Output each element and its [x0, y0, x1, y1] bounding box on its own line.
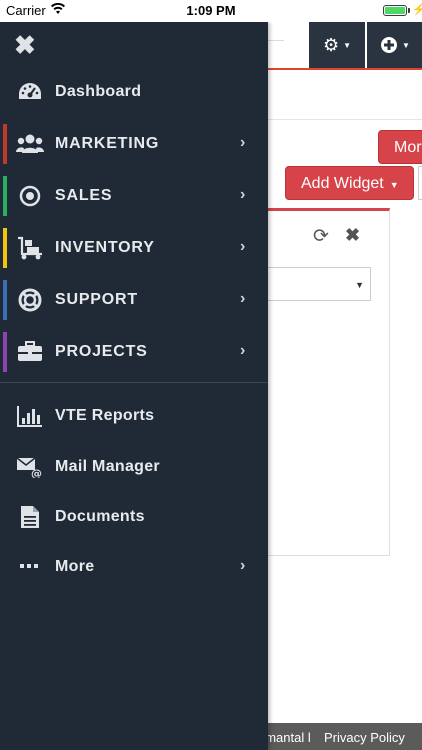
menu-item-more[interactable]: More ›: [0, 545, 268, 589]
accent-bar: [3, 332, 7, 372]
chevron-right-icon: ›: [240, 290, 246, 307]
briefcase-icon: [16, 338, 44, 366]
menu-label: PROJECTS: [55, 343, 148, 360]
more-button[interactable]: More: [378, 130, 422, 164]
chevron-right-icon: ›: [240, 342, 246, 359]
menu-item-projects[interactable]: PROJECTS ›: [0, 330, 268, 374]
menu-item-dashboard[interactable]: Dashboard: [0, 70, 268, 114]
document-icon: [16, 503, 44, 531]
menu-label: INVENTORY: [55, 239, 155, 256]
menu-label: Mail Manager: [55, 458, 160, 475]
accent-bar: [3, 176, 7, 216]
add-button[interactable]: ▼: [367, 22, 422, 68]
toolbar-extra-button[interactable]: [418, 166, 422, 200]
status-bar: Carrier 1:09 PM ⚡: [0, 0, 422, 22]
menu-item-sales[interactable]: SALES ›: [0, 174, 268, 218]
caret-down-icon: ▼: [402, 40, 410, 50]
refresh-icon[interactable]: ⟳: [313, 225, 329, 248]
add-widget-button[interactable]: Add Widget ▼: [285, 166, 414, 200]
dashboard-icon: [16, 78, 44, 106]
battery-tip: [408, 8, 410, 13]
caret-down-icon: ▼: [343, 40, 352, 50]
battery-icon: [383, 5, 407, 16]
more-button-label: More: [394, 139, 422, 156]
caret-down-icon: ▼: [355, 280, 364, 290]
menu-item-documents[interactable]: Documents: [0, 495, 268, 539]
accent-bar: [3, 228, 7, 268]
chevron-right-icon: ›: [240, 557, 246, 574]
privacy-policy-link[interactable]: Privacy Policy: [324, 730, 405, 745]
users-icon: [16, 130, 44, 158]
menu-item-mail-manager[interactable]: @ Mail Manager: [0, 445, 268, 489]
menu-label: SUPPORT: [55, 291, 138, 308]
settings-button[interactable]: ⚙ ▼: [309, 22, 365, 68]
menu-item-support[interactable]: SUPPORT ›: [0, 278, 268, 322]
bar-chart-icon: [16, 402, 44, 430]
charging-icon: ⚡: [412, 4, 422, 16]
menu-divider: [0, 382, 268, 383]
menu-label: VTE Reports: [55, 407, 155, 424]
svg-text:@: @: [31, 467, 42, 478]
menu-label: Documents: [55, 508, 145, 525]
accent-bar: [3, 124, 7, 164]
close-icon[interactable]: ✖: [345, 225, 360, 246]
chevron-right-icon: ›: [240, 134, 246, 151]
target-icon: [16, 182, 44, 210]
ellipsis-icon: [16, 553, 44, 581]
chevron-right-icon: ›: [240, 238, 246, 255]
caret-down-icon: ▼: [389, 180, 399, 190]
chevron-right-icon: ›: [240, 186, 246, 203]
menu-label: Dashboard: [55, 83, 142, 100]
dolly-icon: [16, 234, 44, 262]
gear-icon: ⚙: [322, 34, 340, 55]
close-icon[interactable]: ✖: [14, 32, 36, 58]
lifebuoy-icon: [16, 286, 44, 314]
add-widget-label: Add Widget: [301, 175, 384, 192]
menu-item-marketing[interactable]: MARKETING ›: [0, 122, 268, 166]
menu-label: More: [55, 558, 95, 575]
menu-label: MARKETING: [55, 135, 160, 152]
accent-bar: [3, 280, 7, 320]
plus-circle-icon: [381, 37, 398, 53]
clock: 1:09 PM: [186, 3, 236, 18]
mail-icon: @: [16, 453, 44, 481]
menu-item-inventory[interactable]: INVENTORY ›: [0, 226, 268, 270]
menu-label: SALES: [55, 187, 113, 204]
side-drawer: ✖ Dashboard MARKETING › SALES › INVENTOR…: [0, 22, 268, 750]
menu-item-vte-reports[interactable]: VTE Reports: [0, 394, 268, 438]
search-field-edge: [268, 40, 284, 41]
